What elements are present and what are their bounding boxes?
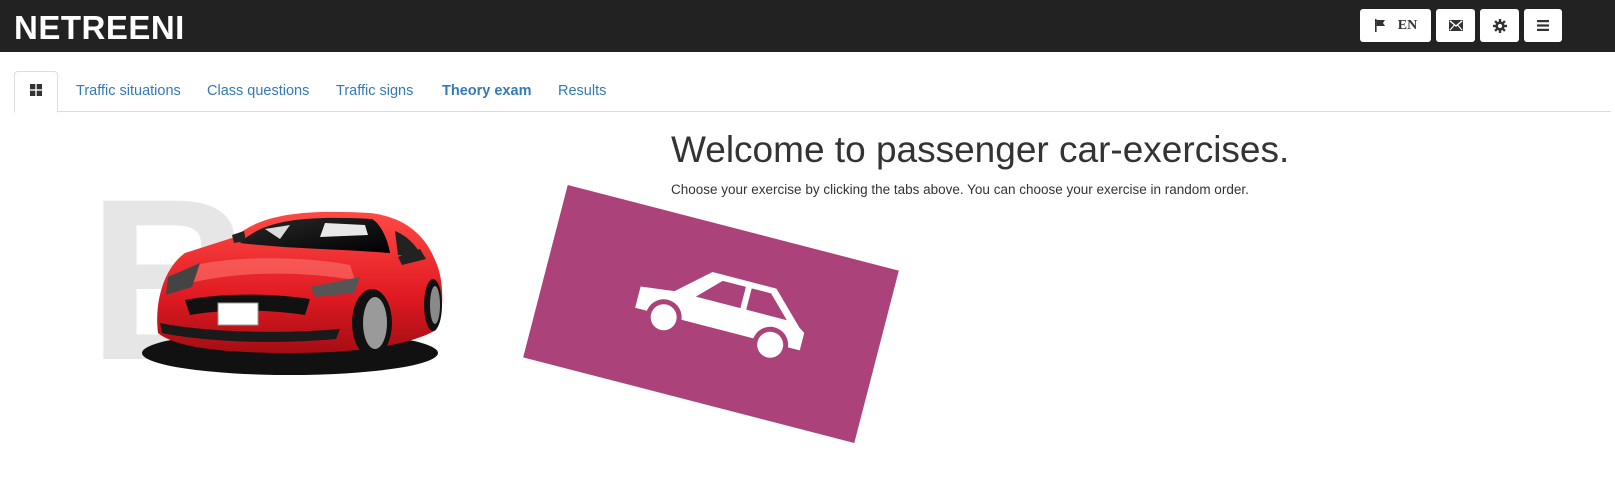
- page-title: Welcome to passenger car-exercises.: [671, 129, 1290, 170]
- language-code: EN: [1397, 17, 1418, 33]
- flag-icon: [1374, 19, 1386, 32]
- tab-traffic-situations[interactable]: Traffic situations: [76, 71, 181, 112]
- car-class-card: [523, 185, 899, 443]
- exercise-tabs: Traffic situations Class questions Traff…: [14, 71, 1611, 113]
- gear-icon: [1492, 18, 1507, 33]
- top-navbar: NETREENI EN: [0, 0, 1615, 52]
- app-logo[interactable]: NETREENI: [14, 10, 185, 46]
- grid-icon: [30, 72, 42, 113]
- tab-theory-exam[interactable]: Theory exam: [442, 71, 531, 112]
- tab-results[interactable]: Results: [558, 71, 606, 112]
- settings-button[interactable]: [1480, 9, 1519, 42]
- red-sports-car-image: [140, 205, 450, 385]
- envelope-icon: [1448, 20, 1463, 31]
- language-button[interactable]: EN: [1360, 9, 1431, 42]
- tab-home[interactable]: [14, 71, 58, 113]
- tab-class-questions[interactable]: Class questions: [207, 71, 309, 112]
- hamburger-menu-icon: [1537, 20, 1549, 31]
- car-icon: [622, 246, 819, 379]
- mail-button[interactable]: [1436, 9, 1475, 42]
- menu-button[interactable]: [1524, 9, 1562, 42]
- page-subtitle: Choose your exercise by clicking the tab…: [671, 182, 1249, 197]
- tab-traffic-signs[interactable]: Traffic signs: [336, 71, 413, 112]
